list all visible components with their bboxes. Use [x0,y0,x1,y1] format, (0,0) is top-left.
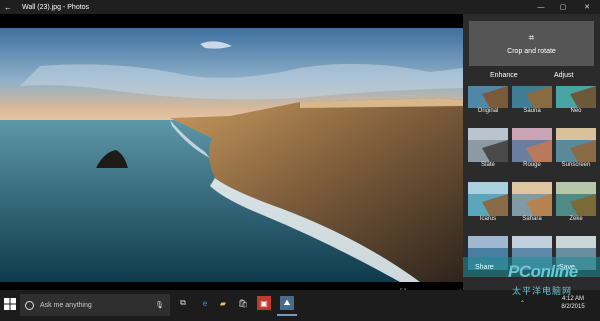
edit-panel: ⌗ Crop and rotate Enhance Adjust Origina… [463,14,600,290]
filter-thumbnail [468,86,508,108]
filter-label: Sahara [522,216,542,222]
minimize-button[interactable]: — [530,4,552,11]
filter-zeke[interactable]: Zeke [556,182,596,228]
window-title: Wall (23).jpg - Photos [22,3,90,11]
clock-date: 8/2/2015 [561,304,585,310]
photo-canvas[interactable] [0,28,463,282]
maximize-button[interactable]: ▢ [552,3,574,11]
crop-and-rotate-button[interactable]: ⌗ Crop and rotate [469,21,594,66]
landscape-photo [0,28,463,282]
filter-row: Original Sauna Neo [468,86,596,120]
filter-thumbnail [556,86,596,108]
watermark-brand: PConline [508,262,578,281]
filter-thumbnail [512,128,552,162]
filter-label: Rouge [523,162,541,168]
filter-row: Icarus Sahara Zeke [468,182,596,228]
edge-browser-icon[interactable]: e [198,296,212,310]
filter-sahara[interactable]: Sahara [512,182,552,228]
filter-neo[interactable]: Neo [556,86,596,120]
microphone-icon[interactable]: 🎙 [155,301,164,309]
cortana-icon [25,300,34,310]
close-button[interactable]: ✕ [574,3,600,11]
filter-label: Sauna [523,108,541,114]
tab-enhance[interactable]: Enhance [490,72,518,79]
cortana-search-box[interactable]: Ask me anything 🎙 [20,294,170,316]
watermark-chinese: 太平洋电脑网 [512,286,573,296]
filter-icarus[interactable]: Icarus [468,182,508,228]
filter-row: Slate Rouge Sunscreen [468,128,596,174]
filter-label: Sunscreen [561,162,591,168]
windows-start-icon[interactable] [4,298,16,310]
filter-thumbnail [468,182,508,216]
filter-label: Original [477,108,499,114]
filter-label: Neo [570,108,582,114]
crop-icon: ⌗ [528,32,535,44]
back-button[interactable]: ← [0,3,16,12]
filter-sauna[interactable]: Sauna [512,86,552,120]
task-view-icon[interactable]: ⧉ [176,296,190,310]
search-placeholder: Ask me anything [40,301,92,309]
photos-app-icon[interactable]: ⛰ [277,296,297,316]
tab-adjust[interactable]: Adjust [554,72,573,79]
file-explorer-icon[interactable]: ▰ [216,296,230,310]
filter-thumbnail [556,128,596,162]
filter-label: Icarus [479,216,497,222]
filter-label: Slate [481,162,495,168]
filter-original[interactable]: Original [468,86,508,120]
store-icon[interactable]: 🛍 [236,296,250,310]
photos-window: ← Wall (23).jpg - Photos — ▢ ✕ ⌗ Crop an… [0,0,600,297]
pconline-watermark: PConline 太平洋电脑网 [508,262,598,302]
filter-slate[interactable]: Slate [468,128,508,174]
filter-label: Zeke [569,216,583,222]
filter-thumbnail [512,182,552,216]
office-app-icon[interactable]: ▣ [257,296,271,310]
edit-tabs: Enhance Adjust [463,72,600,86]
title-bar: ← Wall (23).jpg - Photos — ▢ ✕ [0,0,600,14]
crop-label: Crop and rotate [507,47,556,55]
filter-thumbnail [512,86,552,108]
share-button[interactable]: Share [475,264,494,271]
filter-rouge[interactable]: Rouge [512,128,552,174]
filter-sunscreen[interactable]: Sunscreen [556,128,596,174]
filter-thumbnail [556,182,596,216]
filter-thumbnail [468,128,508,162]
